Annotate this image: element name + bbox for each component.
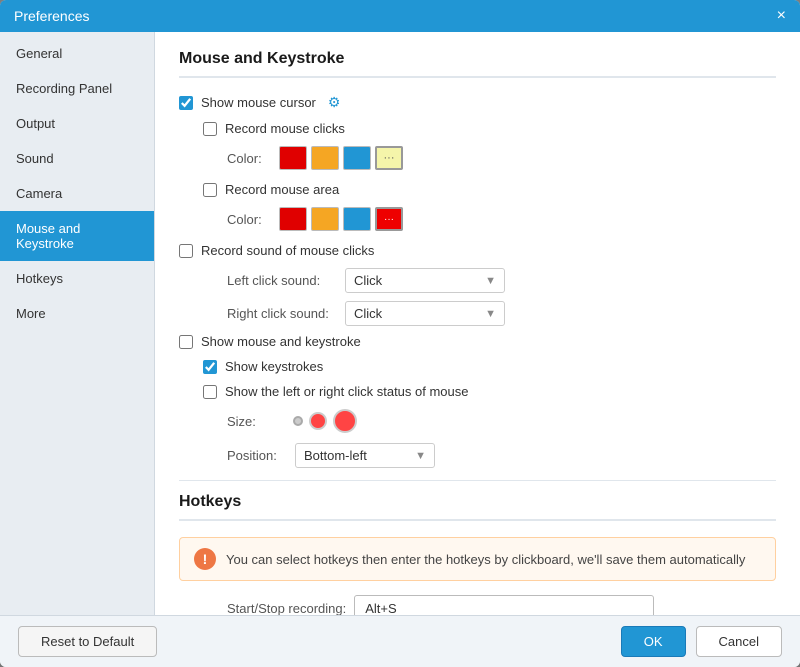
record-area-label: Record mouse area — [225, 182, 339, 197]
sidebar: General Recording Panel Output Sound Cam… — [0, 32, 155, 615]
color-swatch-custom-2[interactable]: ··· — [375, 207, 403, 231]
sidebar-item-sound[interactable]: Sound — [0, 141, 154, 176]
record-sound-row: Record sound of mouse clicks — [179, 243, 776, 258]
show-cursor-row: Show mouse cursor ⚙ — [179, 94, 776, 111]
show-cursor-checkbox[interactable] — [179, 96, 193, 110]
sidebar-item-camera[interactable]: Camera — [0, 176, 154, 211]
color-label-1: Color: — [227, 151, 267, 166]
show-cursor-label: Show mouse cursor — [201, 95, 316, 110]
color-swatch-blue-2[interactable] — [343, 207, 371, 231]
sidebar-item-general[interactable]: General — [0, 36, 154, 71]
content-area: General Recording Panel Output Sound Cam… — [0, 32, 800, 615]
left-click-row: Left click sound: Click ▼ — [227, 268, 776, 293]
show-leftright-label: Show the left or right click status of m… — [225, 384, 469, 399]
gear-icon[interactable]: ⚙ — [328, 94, 341, 111]
show-leftright-row: Show the left or right click status of m… — [203, 384, 776, 399]
chevron-down-icon: ▼ — [485, 275, 496, 287]
chevron-down-icon-3: ▼ — [415, 450, 426, 462]
sidebar-item-hotkeys[interactable]: Hotkeys — [0, 261, 154, 296]
size-dot-large[interactable] — [333, 409, 357, 433]
start-stop-label: Start/Stop recording: — [227, 601, 346, 615]
color-row-2: Color: ··· — [227, 207, 776, 231]
show-keystrokes-row: Show keystrokes — [203, 359, 776, 374]
color-swatch-custom-1[interactable]: ··· — [375, 146, 403, 170]
size-dot-small[interactable] — [293, 416, 303, 426]
left-click-label: Left click sound: — [227, 273, 337, 288]
footer: Reset to Default OK Cancel — [0, 615, 800, 667]
right-click-label: Right click sound: — [227, 306, 337, 321]
divider — [179, 480, 776, 481]
position-row: Position: Bottom-left ▼ — [227, 443, 776, 468]
preferences-dialog: Preferences × General Recording Panel Ou… — [0, 0, 800, 667]
record-clicks-label: Record mouse clicks — [225, 121, 345, 136]
size-dot-medium[interactable] — [309, 412, 327, 430]
cancel-button[interactable]: Cancel — [696, 626, 782, 657]
right-click-select[interactable]: Click ▼ — [345, 301, 505, 326]
position-label: Position: — [227, 448, 287, 463]
close-button[interactable]: × — [777, 8, 786, 24]
position-select[interactable]: Bottom-left ▼ — [295, 443, 435, 468]
color-swatch-blue-1[interactable] — [343, 146, 371, 170]
info-box: ! You can select hotkeys then enter the … — [179, 537, 776, 581]
size-label: Size: — [227, 414, 287, 429]
record-clicks-row: Record mouse clicks — [203, 121, 776, 136]
show-keystroke-label: Show mouse and keystroke — [201, 334, 361, 349]
footer-actions: OK Cancel — [621, 626, 782, 657]
chevron-down-icon-2: ▼ — [485, 308, 496, 320]
reset-button[interactable]: Reset to Default — [18, 626, 157, 657]
show-keystroke-row: Show mouse and keystroke — [179, 334, 776, 349]
color-swatch-red-2[interactable] — [279, 207, 307, 231]
color-row-1: Color: ··· — [227, 146, 776, 170]
show-keystrokes-checkbox[interactable] — [203, 360, 217, 374]
record-clicks-checkbox[interactable] — [203, 122, 217, 136]
sidebar-item-more[interactable]: More — [0, 296, 154, 331]
mouse-section-title: Mouse and Keystroke — [179, 50, 776, 78]
show-keystroke-checkbox[interactable] — [179, 335, 193, 349]
size-row: Size: — [227, 409, 776, 433]
hotkeys-section: Hotkeys ! You can select hotkeys then en… — [179, 493, 776, 615]
main-content: Mouse and Keystroke Show mouse cursor ⚙ … — [155, 32, 800, 615]
record-area-checkbox[interactable] — [203, 183, 217, 197]
color-label-2: Color: — [227, 212, 267, 227]
record-sound-checkbox[interactable] — [179, 244, 193, 258]
start-stop-row: Start/Stop recording: — [227, 595, 776, 615]
sidebar-item-output[interactable]: Output — [0, 106, 154, 141]
record-sound-label: Record sound of mouse clicks — [201, 243, 374, 258]
color-swatch-orange-1[interactable] — [311, 146, 339, 170]
sidebar-item-recording-panel[interactable]: Recording Panel — [0, 71, 154, 106]
sidebar-item-mouse-keystroke[interactable]: Mouse and Keystroke — [0, 211, 154, 261]
info-icon: ! — [194, 548, 216, 570]
ok-button[interactable]: OK — [621, 626, 686, 657]
record-area-row: Record mouse area — [203, 182, 776, 197]
show-keystrokes-label: Show keystrokes — [225, 359, 323, 374]
show-leftright-checkbox[interactable] — [203, 385, 217, 399]
color-swatch-red-1[interactable] — [279, 146, 307, 170]
dialog-title: Preferences — [14, 8, 89, 24]
color-swatch-orange-2[interactable] — [311, 207, 339, 231]
start-stop-input[interactable] — [354, 595, 654, 615]
left-click-select[interactable]: Click ▼ — [345, 268, 505, 293]
info-text: You can select hotkeys then enter the ho… — [226, 552, 745, 567]
titlebar: Preferences × — [0, 0, 800, 32]
hotkeys-section-title: Hotkeys — [179, 493, 776, 521]
right-click-row: Right click sound: Click ▼ — [227, 301, 776, 326]
